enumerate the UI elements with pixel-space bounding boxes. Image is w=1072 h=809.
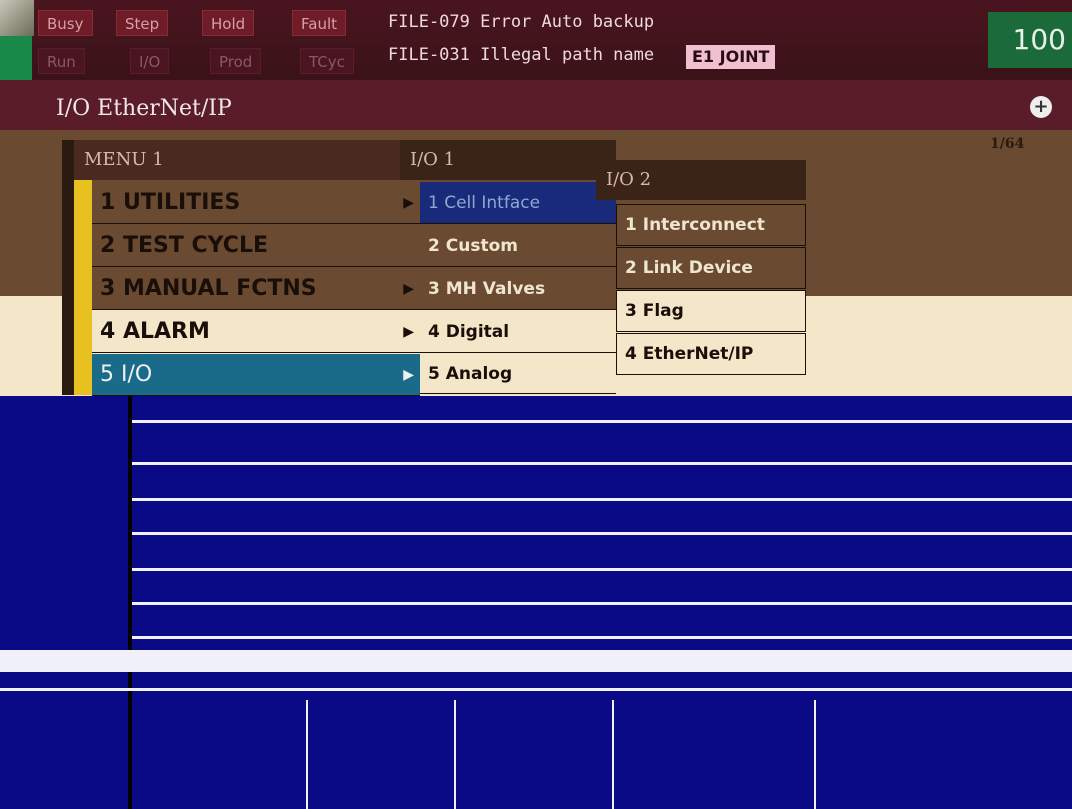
- table-row: [132, 462, 1072, 465]
- status-prod: Prod: [210, 48, 262, 74]
- function-key-2[interactable]: [310, 700, 456, 809]
- menu2-item-custom[interactable]: 2 Custom: [420, 225, 616, 267]
- status-run: Run: [38, 48, 85, 74]
- menu-item-label: 2 TEST CYCLE: [100, 233, 268, 258]
- table-row: [132, 498, 1072, 501]
- menu3-item-link-device[interactable]: 2 Link Device: [616, 247, 806, 289]
- override-speed: 100: [988, 12, 1072, 68]
- table-row: [132, 636, 1072, 639]
- function-key-4[interactable]: [616, 700, 816, 809]
- menu-item-label: 5 I/O: [100, 362, 153, 387]
- function-key-1[interactable]: [132, 700, 308, 809]
- menu-scroll-indicator: [74, 180, 92, 395]
- menu3-title: I/O 2: [596, 160, 806, 200]
- menu2-item-digital[interactable]: 4 Digital: [420, 311, 616, 353]
- submenu-arrow-icon: ▶: [403, 323, 414, 340]
- menu3-item-interconnect[interactable]: 1 Interconnect: [616, 204, 806, 246]
- menu1-title: MENU 1: [74, 140, 420, 180]
- page-title: I/O EtherNet/IP: [56, 96, 232, 121]
- status-busy: Busy: [38, 10, 93, 36]
- menu2-item-mh-valves[interactable]: 3 MH Valves: [420, 268, 616, 310]
- table-row: [132, 532, 1072, 535]
- status-hold: Hold: [202, 10, 255, 36]
- menu1-item-io[interactable]: 5 I/O ▶: [92, 354, 420, 396]
- zoom-icon[interactable]: +: [1030, 96, 1052, 118]
- function-key-strip: [0, 650, 1072, 672]
- submenu-arrow-icon: ▶: [403, 366, 414, 383]
- alarm-line-2: FILE-031 Illegal path name: [388, 45, 655, 65]
- submenu-arrow-icon: ▶: [403, 194, 414, 211]
- table-row: [132, 568, 1072, 571]
- page-indicator: 1/64: [990, 136, 1025, 152]
- menu-item-label: 1 UTILITIES: [100, 190, 241, 215]
- coord-system-badge: E1 JOINT: [686, 45, 776, 69]
- function-key-5[interactable]: [818, 700, 1072, 809]
- menu2-item-cell-intface[interactable]: 1 Cell Intface: [420, 182, 616, 224]
- table-row: [132, 420, 1072, 423]
- status-fault: Fault: [292, 10, 346, 36]
- menu1-item-utilities[interactable]: 1 UTILITIES ▶: [92, 182, 420, 224]
- alarm-line-1: FILE-079 Error Auto backup: [388, 12, 655, 32]
- table-row: [132, 602, 1072, 605]
- menu3-item-ethernet-ip[interactable]: 4 EtherNet/IP: [616, 333, 806, 375]
- menu1-item-alarm[interactable]: 4 ALARM ▶: [92, 311, 420, 353]
- status-tcyc: TCyc: [300, 48, 354, 74]
- menu-item-label: 3 MANUAL FCTNS: [100, 276, 317, 301]
- key-divider: [0, 688, 1072, 691]
- function-key-3[interactable]: [458, 700, 614, 809]
- menu2-item-analog[interactable]: 5 Analog: [420, 354, 616, 394]
- menu3-item-flag[interactable]: 3 Flag: [616, 290, 806, 332]
- menu-item-label: 4 ALARM: [100, 319, 210, 344]
- status-step: Step: [116, 10, 169, 36]
- menu2-title: I/O 1: [400, 140, 616, 180]
- status-io: I/O: [130, 48, 170, 74]
- submenu-arrow-icon: ▶: [403, 280, 414, 297]
- fanuc-logo-icon: [0, 0, 34, 36]
- menu1-item-test-cycle[interactable]: 2 TEST CYCLE: [92, 225, 420, 267]
- menu1-item-manual-fctns[interactable]: 3 MANUAL FCTNS ▶: [92, 268, 420, 310]
- menu-frame: [62, 140, 74, 395]
